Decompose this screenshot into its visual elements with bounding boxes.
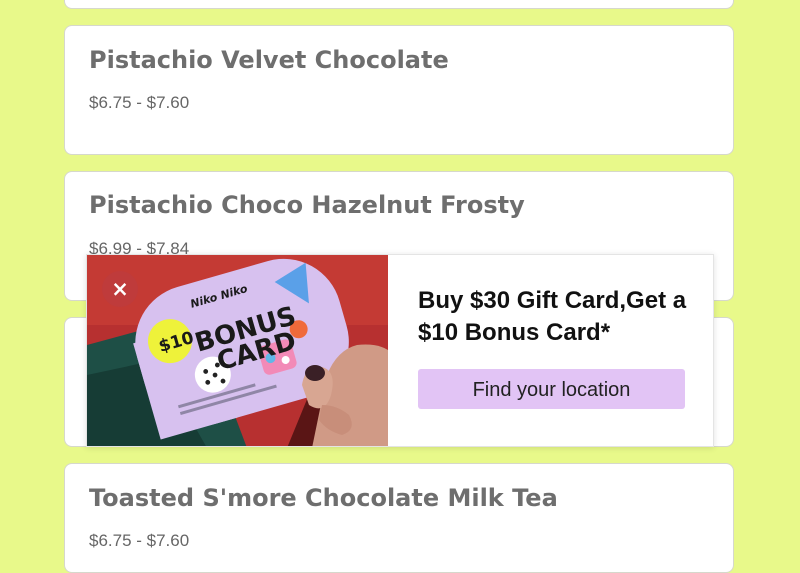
promo-headline: Buy $30 Gift Card,Get a $10 Bonus Card* [418,287,687,346]
menu-item-card[interactable] [64,0,734,9]
gift-card-promo-popup: $10 BONUS CARD Niko Niko × Buy $30 Gift … [86,254,714,447]
menu-item-title: Pistachio Choco Hazelnut Frosty [89,191,525,219]
menu-item-title: Toasted S'more Chocolate Milk Tea [89,484,558,512]
find-location-button[interactable]: Find your location [418,369,685,409]
menu-item-card[interactable]: Toasted S'more Chocolate Milk Tea $6.75 … [64,463,734,573]
menu-item-card[interactable]: Pistachio Velvet Chocolate $6.75 - $7.60 [64,25,734,155]
menu-item-title: Pistachio Velvet Chocolate [89,46,449,74]
menu-item-price: $6.75 - $7.60 [89,531,190,550]
gift-card-photo: $10 BONUS CARD Niko Niko × [87,255,388,446]
close-button[interactable]: × [102,271,138,307]
close-icon: × [111,277,129,301]
menu-item-price: $6.75 - $7.60 [89,93,190,112]
